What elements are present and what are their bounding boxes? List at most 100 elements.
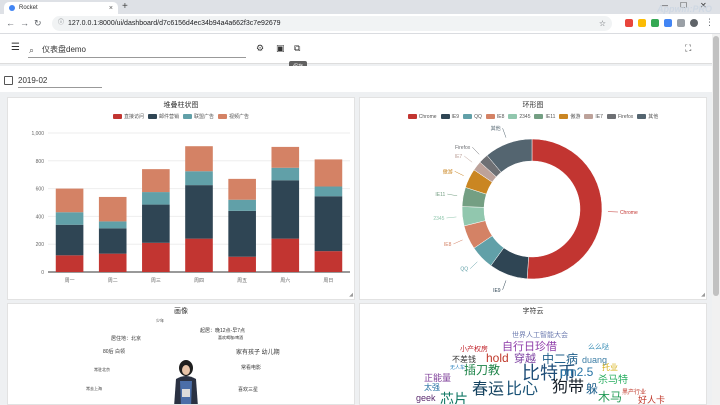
bar-segment[interactable] xyxy=(314,186,343,197)
bar-segment[interactable] xyxy=(98,253,127,272)
stacked-bar-panel: 堆叠柱状图 直接访问 邮件营销 联盟广告 视频广告 0 200 400 600 800 1,00… xyxy=(7,97,355,300)
word-cloud-word[interactable]: 么么哒 xyxy=(588,344,609,351)
bar-segment[interactable] xyxy=(55,212,84,225)
hamburger-menu-icon[interactable]: ☰ xyxy=(11,42,20,53)
bar-segment[interactable] xyxy=(271,238,300,272)
back-icon[interactable]: ← xyxy=(6,18,15,28)
y-tick-label: 800 xyxy=(36,159,45,165)
bar-segment[interactable] xyxy=(271,180,300,239)
ring-slice-label: IE8 xyxy=(444,242,452,248)
x-tick-label: 周六 xyxy=(280,277,290,284)
bar-segment[interactable] xyxy=(98,196,127,222)
word-cloud-title: 字符云 xyxy=(522,308,544,315)
bar-segment[interactable] xyxy=(142,242,170,272)
reload-icon[interactable]: ↻ xyxy=(34,18,42,29)
bar-segment[interactable] xyxy=(142,192,170,205)
bar-segment[interactable] xyxy=(228,256,256,272)
word-cloud-word[interactable]: 正能量 xyxy=(424,374,451,383)
bar-segment[interactable] xyxy=(314,196,343,252)
ring-slice-label: 傲游 xyxy=(443,168,453,175)
bar-segment[interactable] xyxy=(314,159,343,187)
resize-handle-icon[interactable]: ◢ xyxy=(701,292,705,298)
bar-segment[interactable] xyxy=(185,185,213,239)
word-cloud-word[interactable]: 杀马特 xyxy=(598,376,628,386)
extension-icon[interactable] xyxy=(638,19,646,27)
profile-avatar-icon[interactable] xyxy=(690,19,698,27)
word-cloud-word[interactable]: 世界人工智能大会 xyxy=(512,332,568,339)
bar-segment[interactable] xyxy=(55,255,84,272)
word-cloud-word[interactable]: 好人卡 xyxy=(638,396,665,405)
bar-segment[interactable] xyxy=(228,199,256,211)
ring-label-line xyxy=(502,280,507,290)
bar-segment[interactable] xyxy=(185,171,213,186)
calendar-icon[interactable] xyxy=(4,76,13,85)
settings-gear-icon[interactable]: ⚙ xyxy=(256,43,264,54)
word-cloud-word[interactable]: 比心 xyxy=(506,382,538,398)
bookmark-star-icon[interactable]: ☆ xyxy=(599,16,606,31)
bar-segment[interactable] xyxy=(98,221,127,229)
portrait-tag: 居住地：北京 xyxy=(111,336,142,342)
portrait-title: 画像 xyxy=(174,308,188,315)
resize-handle-icon[interactable]: ◢ xyxy=(349,292,353,298)
fullscreen-icon[interactable]: ⛶ xyxy=(685,43,691,54)
ring-chart: Chrome IE9 QQ IE8 2345 IE11 傲游 IE7 Firefox 其他 xyxy=(433,125,638,294)
x-tick-label: 周三 xyxy=(151,278,161,284)
y-tick-label: 200 xyxy=(36,242,45,248)
forward-icon[interactable]: → xyxy=(20,18,29,28)
portrait-person-image xyxy=(174,360,198,404)
info-icon[interactable]: ⓘ xyxy=(58,16,64,31)
bar-segment[interactable] xyxy=(185,238,213,272)
bar-segment[interactable] xyxy=(314,251,343,272)
save-icon[interactable]: ▣ xyxy=(276,43,285,54)
bar-segment[interactable] xyxy=(55,188,84,213)
month-picker[interactable]: 2019-02 xyxy=(18,76,102,88)
ring-slice-label: IE7 xyxy=(455,154,463,160)
scrollbar-thumb[interactable] xyxy=(713,36,719,296)
page-scrollbar[interactable] xyxy=(712,34,720,405)
bar-segment[interactable] xyxy=(142,204,170,243)
bar-segment[interactable] xyxy=(271,167,300,181)
portrait-tag: 喜欢三星 xyxy=(238,387,259,393)
word-cloud-word[interactable]: 躲 xyxy=(586,383,598,395)
bar-segment[interactable] xyxy=(185,146,213,172)
ring-slice-label: QQ xyxy=(460,267,468,273)
portrait-tag: 少年 xyxy=(156,318,164,323)
word-cloud-word[interactable]: 春运 xyxy=(472,382,504,398)
dashboard-title-input[interactable]: ⌕ 仪表盘demo xyxy=(28,42,246,58)
extension-icon[interactable] xyxy=(651,19,659,27)
bar-segment[interactable] xyxy=(55,224,84,256)
browser-tab[interactable]: Rocket × xyxy=(4,2,118,14)
bar-segment[interactable] xyxy=(142,169,170,193)
close-tab-icon[interactable]: × xyxy=(109,5,113,12)
ring-slice[interactable] xyxy=(526,138,603,280)
menu-kebab-icon[interactable]: ⋮ xyxy=(705,17,714,28)
month-value: 2019-02 xyxy=(18,76,48,85)
bar-segment[interactable] xyxy=(271,146,300,168)
extension-icon[interactable] xyxy=(625,19,633,27)
word-cloud-word[interactable]: 托业 xyxy=(602,364,618,372)
word-cloud-word[interactable]: pm2.5 xyxy=(560,366,593,378)
bar-segment[interactable] xyxy=(228,210,256,257)
word-cloud-word[interactable]: 小产权房 xyxy=(460,346,488,353)
new-tab-icon[interactable]: + xyxy=(122,1,128,12)
y-tick-label: 400 xyxy=(36,214,45,220)
url-input[interactable]: ⓘ 127.0.0.1:8000/ui/dashboard/d7c6156d4e… xyxy=(52,16,612,31)
word-cloud-word[interactable]: 插刀教 xyxy=(464,364,500,376)
y-tick-label: 1,000 xyxy=(31,131,44,137)
word-cloud-word[interactable]: 芯片 xyxy=(440,392,468,404)
search-icon: ⌕ xyxy=(29,45,35,55)
y-tick-label: 0 xyxy=(41,270,44,276)
word-cloud-word[interactable]: 太强 xyxy=(424,384,440,392)
extension-icon[interactable] xyxy=(664,19,672,27)
x-tick-label: 周二 xyxy=(108,278,118,284)
portrait-tag: 80后 白领 xyxy=(103,349,125,355)
extension-icon[interactable] xyxy=(677,19,685,27)
word-cloud-word[interactable]: 木马 xyxy=(598,391,622,403)
bar-segment[interactable] xyxy=(228,178,256,200)
word-cloud-word[interactable]: 无人车 xyxy=(450,366,465,371)
word-cloud-word[interactable]: geek xyxy=(416,394,436,403)
open-external-icon[interactable]: ⧉ xyxy=(294,43,300,54)
portrait-tag: 常看电影 xyxy=(241,365,262,371)
bar-segment[interactable] xyxy=(98,228,127,254)
word-cloud-word[interactable]: 狗带 xyxy=(552,380,584,396)
